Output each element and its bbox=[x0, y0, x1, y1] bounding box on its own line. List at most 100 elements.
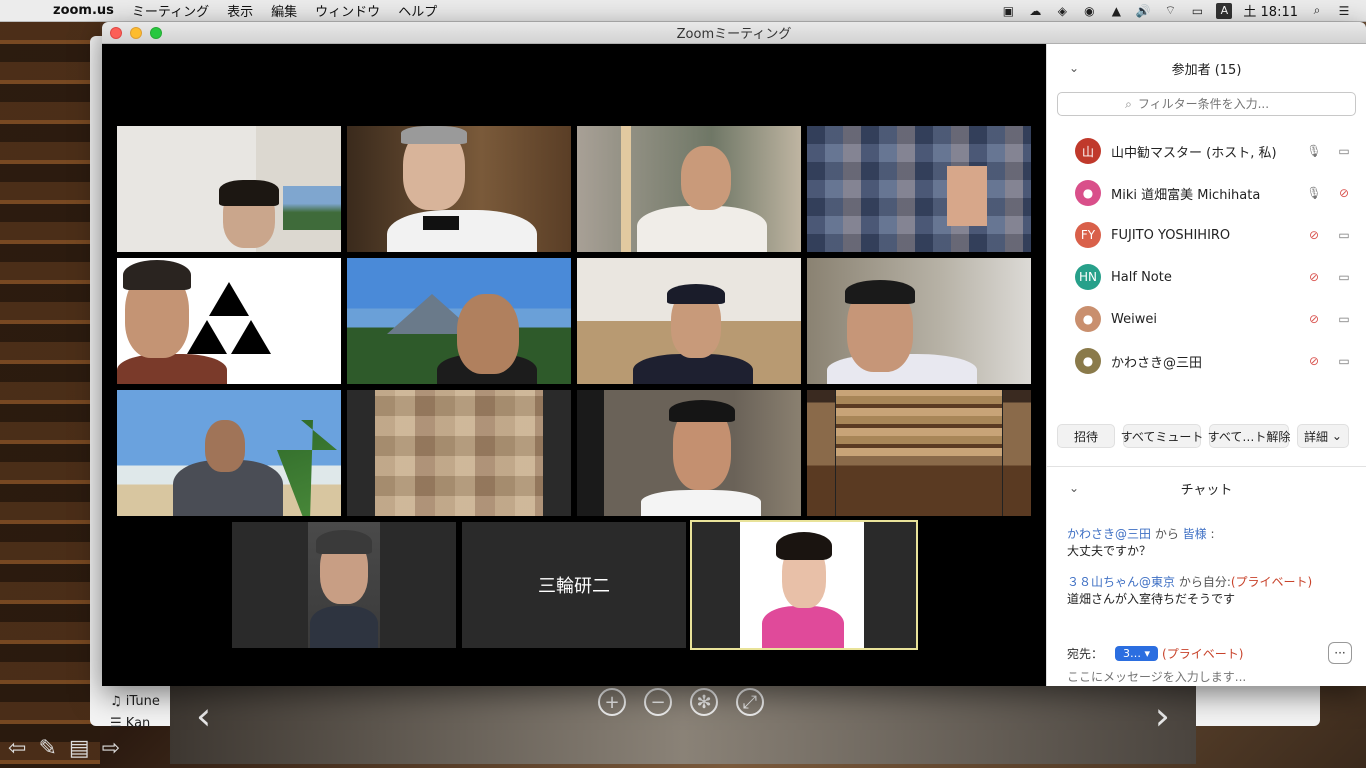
drive-icon[interactable]: ▲ bbox=[1108, 4, 1124, 18]
previous-arrow-icon[interactable]: ‹ bbox=[196, 694, 211, 738]
chat-text: 道畑さんが入室待ちだそうです bbox=[1067, 592, 1236, 606]
chat-recipient-row: 宛先： 3… ▾ (プライベート) ··· bbox=[1067, 642, 1352, 664]
chat-message: かわさき@三田 から 皆様 : 大丈夫ですか？ bbox=[1067, 526, 1350, 560]
chat-message-input[interactable] bbox=[1067, 670, 1352, 684]
cloud-icon[interactable]: ☁ bbox=[1027, 4, 1043, 18]
evernote-icon[interactable]: ◈ bbox=[1054, 4, 1070, 18]
video-camera-icon[interactable]: ▭ bbox=[1336, 354, 1352, 368]
microphone-muted-icon[interactable]: ⊘ bbox=[1306, 228, 1322, 242]
battery-icon[interactable]: ▭ bbox=[1189, 4, 1205, 18]
video-camera-icon[interactable]: ▭ bbox=[1336, 312, 1352, 326]
menu-help[interactable]: ヘルプ bbox=[389, 1, 446, 20]
zoom-in-icon[interactable]: + bbox=[598, 688, 626, 716]
invite-button[interactable]: 招待 bbox=[1057, 424, 1115, 448]
video-tile-12[interactable] bbox=[807, 390, 1031, 516]
video-tile-13[interactable] bbox=[232, 522, 456, 648]
video-tile-15-active-speaker[interactable] bbox=[690, 520, 918, 650]
sync-icon[interactable]: ◉ bbox=[1081, 4, 1097, 18]
video-tile-6[interactable] bbox=[347, 258, 571, 384]
collapse-chat-chevron-icon[interactable]: ⌄ bbox=[1069, 481, 1079, 495]
chat-sender[interactable]: ３８山ちゃん@東京 bbox=[1067, 575, 1175, 589]
pencil-icon[interactable]: ✎ bbox=[38, 736, 56, 761]
volume-icon[interactable]: 🔊 bbox=[1135, 4, 1151, 18]
menu-window[interactable]: ウィンドウ bbox=[306, 1, 389, 20]
video-tile-7[interactable] bbox=[577, 258, 801, 384]
participant-row[interactable]: ● かわさき@三田 ⊘ ▭ bbox=[1047, 340, 1366, 382]
chat-from-label: から bbox=[1151, 527, 1183, 541]
participants-header: ⌄ 参加者 (15) bbox=[1047, 44, 1366, 92]
microphone-muted-icon[interactable]: ⊘ bbox=[1306, 270, 1322, 284]
video-camera-icon[interactable]: ▭ bbox=[1336, 270, 1352, 284]
search-icon: ⌕ bbox=[1125, 96, 1132, 111]
participant-name: Miki 道畑富美 Michihata bbox=[1111, 187, 1261, 203]
notification-center-icon[interactable]: ☰ bbox=[1336, 4, 1352, 18]
microphone-icon[interactable]: 🎙 bbox=[1306, 144, 1322, 158]
photo-controls: + − ✻ ⤢ bbox=[598, 688, 764, 716]
fullscreen-icon[interactable]: ⤢ bbox=[736, 688, 764, 716]
video-tile-5[interactable] bbox=[117, 258, 341, 384]
participant-list: 山 山中勧マスター (ホスト, 私) 🎙 ▭ ● Miki 道畑富美 Michih… bbox=[1047, 130, 1366, 382]
bottom-toolbar: ⇦ ✎ ▤ ⇨ bbox=[0, 728, 170, 768]
video-gallery: 三輪研二 bbox=[102, 44, 1046, 686]
video-camera-icon[interactable]: ▭ bbox=[1336, 228, 1352, 242]
next-arrow-icon[interactable]: › bbox=[1155, 694, 1170, 738]
video-tile-8[interactable] bbox=[807, 258, 1031, 384]
spotlight-search-icon[interactable]: ⌕ bbox=[1309, 3, 1325, 18]
video-tile-4-pixelated[interactable] bbox=[807, 126, 1031, 252]
chat-separator: : bbox=[1206, 527, 1215, 541]
unmute-all-button[interactable]: すべて…ト解除 bbox=[1208, 424, 1290, 448]
background-sidebar-item-1[interactable]: ♫ iTune bbox=[110, 694, 160, 709]
triangles-logo-icon bbox=[187, 282, 271, 354]
photo-viewer-bar: ‹ + − ✻ ⤢ › bbox=[170, 686, 1196, 764]
video-tile-3[interactable] bbox=[577, 126, 801, 252]
chat-sender[interactable]: かわさき@三田 bbox=[1067, 527, 1151, 541]
panel-divider bbox=[1047, 466, 1366, 467]
dropdown-arrow-icon: ▾ bbox=[1144, 646, 1151, 660]
video-tile-14-name-only[interactable]: 三輪研二 bbox=[462, 522, 686, 648]
menu-app-name[interactable]: zoom.us bbox=[44, 3, 123, 18]
participant-row[interactable]: 山 山中勧マスター (ホスト, 私) 🎙 ▭ bbox=[1047, 130, 1366, 172]
participant-row[interactable]: ● Miki 道畑富美 Michihata 🎙 ⊘ bbox=[1047, 172, 1366, 214]
participant-row[interactable]: HN Half Note ⊘ ▭ bbox=[1047, 256, 1366, 298]
forward-arrow-icon[interactable]: ⇨ bbox=[102, 736, 120, 761]
zoom-out-icon[interactable]: − bbox=[644, 688, 672, 716]
menu-edit[interactable]: 編集 bbox=[262, 1, 306, 20]
chat-more-button[interactable]: ··· bbox=[1328, 642, 1352, 664]
menu-meeting[interactable]: ミーティング bbox=[123, 1, 218, 20]
notes-icon[interactable]: ▤ bbox=[69, 736, 90, 761]
microphone-icon[interactable]: 🎙 bbox=[1306, 186, 1322, 200]
menubar-clock[interactable]: 土 18:11 bbox=[1243, 1, 1298, 20]
video-tile-11[interactable] bbox=[577, 390, 801, 516]
more-options-button[interactable]: 詳細 ⌄ bbox=[1297, 424, 1349, 448]
collapse-participants-chevron-icon[interactable]: ⌄ bbox=[1069, 61, 1079, 75]
avatar-photo: ● bbox=[1075, 348, 1101, 374]
participant-filter[interactable]: ⌕ bbox=[1057, 92, 1356, 116]
microphone-muted-icon[interactable]: ⊘ bbox=[1306, 354, 1322, 368]
chat-message-header: ３８山ちゃん@東京 から自分:(プライベート) bbox=[1067, 574, 1350, 591]
video-off-icon[interactable]: ⊘ bbox=[1336, 186, 1352, 200]
menu-view[interactable]: 表示 bbox=[218, 1, 262, 20]
participant-filter-input[interactable] bbox=[1137, 97, 1288, 111]
video-tile-1[interactable] bbox=[117, 126, 341, 252]
participant-name: 山中勧マスター (ホスト, 私) bbox=[1111, 145, 1277, 161]
zoom-status-icon[interactable]: ▣ bbox=[1000, 4, 1016, 18]
chat-recipient[interactable]: 皆様 bbox=[1183, 527, 1207, 541]
input-method-icon[interactable]: A bbox=[1216, 2, 1233, 19]
slideshow-icon[interactable]: ✻ bbox=[690, 688, 718, 716]
window-titlebar: Zoomミーティング bbox=[102, 22, 1366, 44]
video-tile-2[interactable] bbox=[347, 126, 571, 252]
menubar-status-area: ▣ ☁ ◈ ◉ ▲ 🔊 ⌔ ▭ A 土 18:11 ⌕ ☰ bbox=[1000, 1, 1366, 20]
back-arrow-icon[interactable]: ⇦ bbox=[8, 736, 26, 761]
microphone-muted-icon[interactable]: ⊘ bbox=[1306, 312, 1322, 326]
mute-all-button[interactable]: すべてミュート bbox=[1121, 424, 1203, 448]
video-tile-10-pixelated[interactable] bbox=[347, 390, 571, 516]
video-tile-9[interactable] bbox=[117, 390, 341, 516]
chat-recipient-select[interactable]: 3… ▾ bbox=[1115, 645, 1159, 661]
background-photo-left bbox=[0, 22, 100, 768]
video-camera-icon[interactable]: ▭ bbox=[1336, 144, 1352, 158]
participant-name: Weiwei bbox=[1111, 311, 1157, 327]
participant-name-label: 三輪研二 bbox=[538, 576, 610, 597]
participant-row[interactable]: FY FUJITO YOSHIHIRO ⊘ ▭ bbox=[1047, 214, 1366, 256]
participant-row[interactable]: ● Weiwei ⊘ ▭ bbox=[1047, 298, 1366, 340]
wifi-icon[interactable]: ⌔ bbox=[1162, 3, 1178, 18]
